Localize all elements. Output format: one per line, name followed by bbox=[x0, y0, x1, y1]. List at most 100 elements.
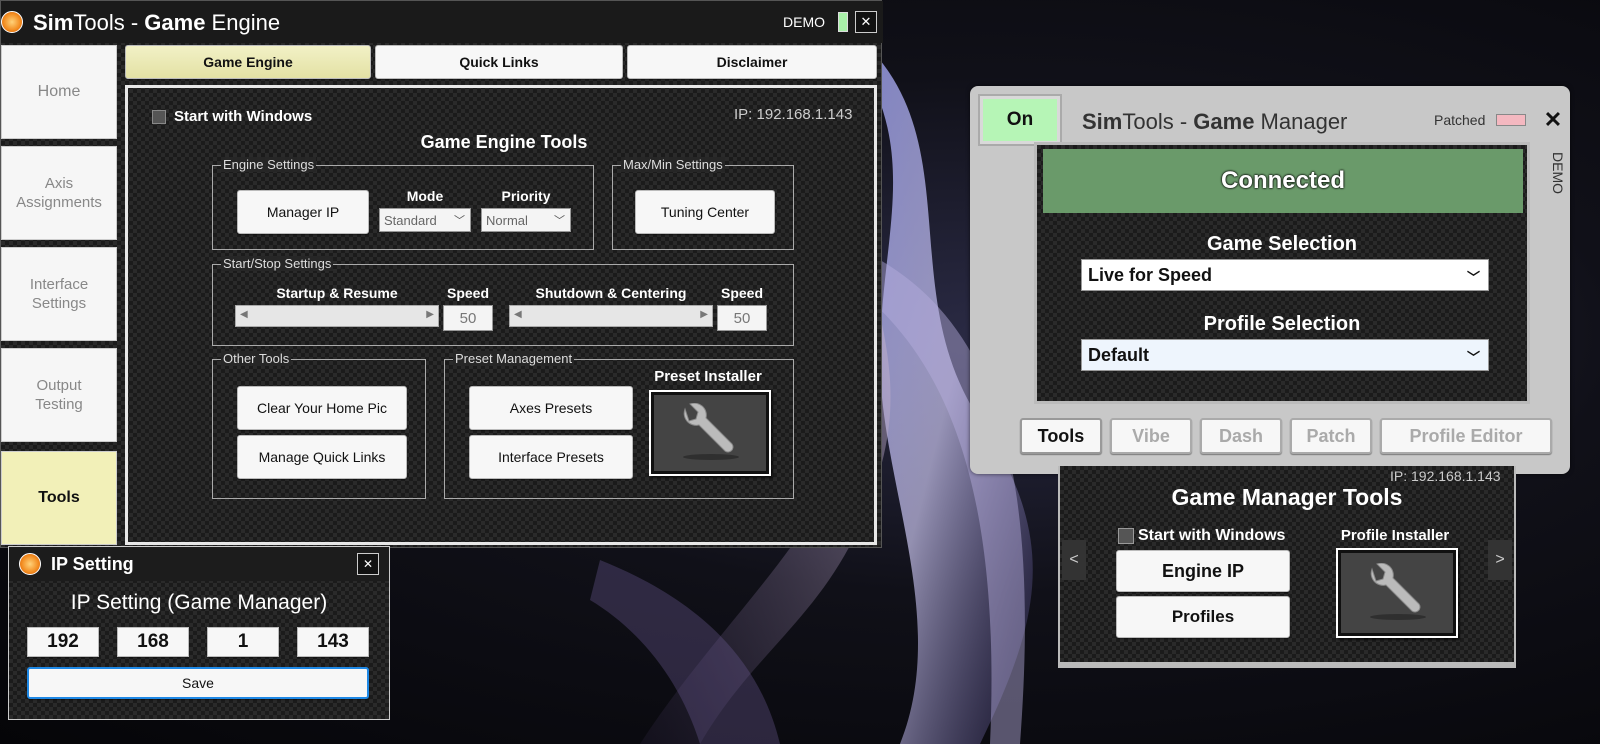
sidebar-item-label: Settings bbox=[31, 295, 87, 312]
preset-installer-button[interactable] bbox=[649, 390, 771, 476]
on-button[interactable]: On bbox=[980, 96, 1060, 144]
manager-window-title: SimTools - Game Manager bbox=[1082, 109, 1348, 134]
engine-close-button[interactable]: ✕ bbox=[855, 11, 877, 33]
sidebar-item-label: Axis bbox=[44, 175, 74, 192]
wrench-icon bbox=[683, 403, 739, 460]
next-page-button[interactable]: > bbox=[1488, 540, 1512, 580]
shutdown-speed-value[interactable]: 50 bbox=[717, 305, 767, 331]
interface-presets-button[interactable]: Interface Presets bbox=[469, 435, 633, 479]
game-engine-panel: Start with Windows IP: 192.168.1.143 Gam… bbox=[125, 85, 877, 545]
manager-close-button[interactable]: ✕ bbox=[1540, 106, 1566, 134]
tab-tools[interactable]: Tools bbox=[1020, 418, 1102, 454]
manager-start-with-windows-label: Start with Windows bbox=[1138, 527, 1286, 544]
profile-selection-select[interactable]: Default ﹀ bbox=[1081, 339, 1489, 371]
maxmin-settings-group: Max/Min Settings Tuning Center bbox=[612, 157, 794, 250]
priority-select[interactable]: Normal ﹀ bbox=[481, 208, 571, 232]
sidebar-item-interface-settings[interactable]: Interface Settings bbox=[1, 247, 117, 341]
game-manager-tools-panel: IP: 192.168.1.143 Game Manager Tools < >… bbox=[1058, 466, 1516, 668]
speed-label: Speed bbox=[720, 285, 763, 301]
ip-save-button[interactable]: Save bbox=[27, 667, 369, 699]
chevron-down-icon: ﹀ bbox=[1466, 350, 1480, 365]
tab-dash[interactable]: Dash bbox=[1200, 418, 1282, 454]
sidebar-item-tools[interactable]: Tools bbox=[1, 451, 117, 545]
group-legend: Max/Min Settings bbox=[621, 157, 725, 172]
game-selection-label: Game Selection bbox=[1206, 233, 1358, 255]
manager-main-panel: Connected Game Selection Live for Speed … bbox=[1034, 142, 1530, 404]
axes-presets-button[interactable]: Axes Presets bbox=[469, 386, 633, 430]
shutdown-centering-label: Shutdown & Centering bbox=[535, 285, 687, 301]
demo-vertical-label: DEMO bbox=[1550, 152, 1566, 194]
sidebar-item-label: Interface bbox=[29, 276, 89, 293]
group-legend: Start/Stop Settings bbox=[221, 256, 334, 271]
profile-selection-label: Profile Selection bbox=[1203, 313, 1361, 335]
game-selection-select[interactable]: Live for Speed ﹀ bbox=[1081, 259, 1489, 291]
game-manager-tools-title: Game Manager Tools bbox=[1171, 484, 1403, 510]
arrow-right-icon: ▶ bbox=[700, 309, 708, 320]
group-legend: Engine Settings bbox=[221, 157, 317, 172]
demo-indicator bbox=[838, 12, 848, 32]
mode-label: Mode bbox=[406, 188, 444, 204]
tab-profile-editor[interactable]: Profile Editor bbox=[1380, 418, 1552, 454]
arrow-left-icon: ◀ bbox=[240, 309, 248, 320]
arrow-right-icon: ▶ bbox=[426, 309, 434, 320]
manager-start-with-windows-checkbox[interactable] bbox=[1118, 528, 1134, 544]
group-legend: Preset Management bbox=[453, 351, 575, 366]
profiles-button[interactable]: Profiles bbox=[1116, 596, 1290, 638]
connection-status: Connected bbox=[1043, 149, 1523, 213]
game-engine-tools-title: Game Engine Tools bbox=[420, 132, 588, 152]
prev-page-button[interactable]: < bbox=[1062, 540, 1086, 580]
start-with-windows-checkbox[interactable] bbox=[152, 110, 166, 124]
manage-quick-links-button[interactable]: Manage Quick Links bbox=[237, 435, 407, 479]
engine-window-title: SimTools - Game Engine bbox=[33, 10, 281, 35]
game-manager-window: On SimTools - Game Manager Patched ✕ DEM… bbox=[970, 86, 1570, 474]
startup-speed-value[interactable]: 50 bbox=[443, 305, 493, 331]
ip-dialog-title-bar[interactable]: IP Setting ✕ bbox=[9, 547, 389, 581]
ip-octet-2-input[interactable]: 168 bbox=[117, 627, 189, 657]
preset-management-group: Preset Management Axes Presets Interface… bbox=[444, 351, 794, 499]
chevron-down-icon: ﹀ bbox=[1466, 270, 1480, 285]
engine-settings-group: Engine Settings Manager IP Mode Standard… bbox=[212, 157, 594, 250]
tab-disclaimer[interactable]: Disclaimer bbox=[627, 45, 877, 79]
clear-home-pic-button[interactable]: Clear Your Home Pic bbox=[237, 386, 407, 430]
sidebar-item-label: Testing bbox=[35, 396, 83, 413]
patched-indicator bbox=[1496, 114, 1526, 126]
chevron-down-icon: ﹀ bbox=[554, 215, 565, 227]
shutdown-speed-slider[interactable]: ◀ ▶ bbox=[509, 305, 713, 327]
startstop-settings-group: Start/Stop Settings Startup & Resume ◀ ▶… bbox=[212, 256, 794, 346]
startup-speed-slider[interactable]: ◀ ▶ bbox=[235, 305, 439, 327]
manager-ip-button[interactable]: Manager IP bbox=[237, 190, 369, 234]
demo-label: DEMO bbox=[783, 14, 825, 30]
simtools-logo-icon bbox=[19, 553, 41, 575]
tab-patch[interactable]: Patch bbox=[1290, 418, 1372, 454]
ip-setting-dialog: IP Setting ✕ IP Setting (Game Manager) 1… bbox=[8, 546, 390, 720]
game-engine-window: SimTools - Game Engine DEMO ✕ Home Axis … bbox=[0, 0, 883, 548]
mode-select[interactable]: Standard ﹀ bbox=[379, 208, 471, 232]
preset-installer-label: Preset Installer bbox=[654, 368, 762, 385]
sidebar-item-home[interactable]: Home bbox=[1, 45, 117, 139]
start-with-windows-label: Start with Windows bbox=[174, 108, 313, 125]
tab-quick-links[interactable]: Quick Links bbox=[375, 45, 623, 79]
priority-label: Priority bbox=[501, 188, 551, 204]
engine-ip-text: IP: 192.168.1.143 bbox=[734, 106, 853, 123]
profile-installer-button[interactable] bbox=[1336, 548, 1458, 638]
startup-resume-label: Startup & Resume bbox=[276, 285, 398, 301]
profile-installer-label: Profile Installer bbox=[1340, 527, 1450, 544]
sidebar-item-axis-assignments[interactable]: Axis Assignments bbox=[1, 146, 117, 240]
sidebar-item-label: Output bbox=[36, 377, 82, 394]
sidebar-item-output-testing[interactable]: Output Testing bbox=[1, 348, 117, 442]
chevron-down-icon: ﹀ bbox=[454, 215, 465, 227]
engine-title-bar[interactable]: SimTools - Game Engine DEMO ✕ bbox=[1, 1, 883, 43]
ip-dialog-close-button[interactable]: ✕ bbox=[357, 553, 379, 575]
ip-octet-4-input[interactable]: 143 bbox=[297, 627, 369, 657]
engine-ip-button[interactable]: Engine IP bbox=[1116, 550, 1290, 592]
tuning-center-button[interactable]: Tuning Center bbox=[635, 190, 775, 234]
tab-vibe[interactable]: Vibe bbox=[1110, 418, 1192, 454]
ip-dialog-heading: IP Setting (Game Manager) bbox=[70, 591, 328, 614]
ip-octet-3-input[interactable]: 1 bbox=[207, 627, 279, 657]
arrow-left-icon: ◀ bbox=[514, 309, 522, 320]
ip-dialog-title: IP Setting bbox=[51, 554, 134, 574]
tab-game-engine[interactable]: Game Engine bbox=[125, 45, 371, 79]
ip-octet-1-input[interactable]: 192 bbox=[27, 627, 99, 657]
simtools-logo-icon bbox=[1, 11, 23, 33]
group-legend: Other Tools bbox=[221, 351, 292, 366]
